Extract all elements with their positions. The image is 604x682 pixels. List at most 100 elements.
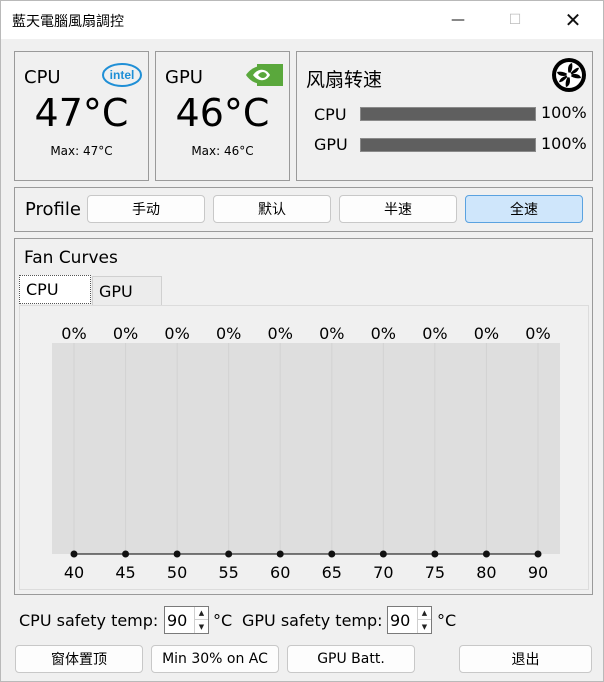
fan-speed-panel: 风扇转速 CPU 100% GPU 100% [296, 51, 593, 181]
fan-curve-point-label: 0% [268, 324, 293, 343]
gpu-batt-button[interactable]: GPU Batt. [287, 645, 415, 673]
fan-curve-point-label: 0% [216, 324, 241, 343]
x-tick-label: 75 [425, 563, 445, 582]
close-button[interactable]: ✕ [550, 1, 596, 39]
x-tick-label: 80 [476, 563, 496, 582]
gpu-safety-temp-stepper[interactable]: 90 ▲ ▼ [387, 606, 432, 634]
cpu-temp-value: 47°C [34, 91, 129, 135]
profile-manual-label: 手动 [132, 202, 160, 218]
gpu-label: GPU [165, 67, 203, 88]
fan-curve-point-label: 0% [319, 324, 344, 343]
profile-half-button[interactable]: 半速 [339, 195, 457, 223]
nvidia-icon [244, 60, 284, 90]
profile-full-button[interactable]: 全速 [465, 195, 583, 223]
gpu-fan-percent: 100% [541, 134, 587, 153]
fan-curve-point-label: 0% [474, 324, 499, 343]
x-tick-label: 90 [528, 563, 548, 582]
close-icon: ✕ [564, 8, 582, 32]
fan-gpu-label: GPU [314, 135, 348, 154]
fan-curves-title: Fan Curves [24, 248, 118, 268]
window-title: 藍天電腦風扇調控 [12, 14, 124, 30]
cpu-temp-card: CPU intel 47°C Max: 47°C [14, 51, 149, 181]
fan-curve-point[interactable] [276, 550, 284, 558]
fan-curve-point-label: 0% [113, 324, 138, 343]
gpu-temp-value: 46°C [175, 91, 270, 135]
cpu-fan-bar [360, 107, 536, 121]
tab-gpu[interactable]: GPU [92, 276, 162, 305]
profile-half-label: 半速 [384, 202, 412, 218]
gpu-safety-up-icon[interactable]: ▲ [418, 607, 431, 620]
cpu-fan-bar-fill [361, 108, 535, 120]
fan-curve-point[interactable] [122, 550, 130, 558]
x-tick-label: 65 [322, 563, 342, 582]
profile-manual-button[interactable]: 手动 [87, 195, 205, 223]
cpu-label: CPU [24, 67, 61, 88]
fan-curve-point[interactable] [534, 550, 542, 558]
x-tick-label: 55 [218, 563, 238, 582]
fan-curve-point[interactable] [328, 550, 336, 558]
pin-window-button[interactable]: 窗体置顶 [15, 645, 143, 673]
minimize-button[interactable]: — [435, 1, 481, 39]
tab-cpu-label: CPU [26, 280, 59, 299]
fan-curve-point[interactable] [225, 550, 233, 558]
x-tick-label: 60 [270, 563, 290, 582]
fan-curve-point[interactable] [173, 550, 181, 558]
gpu-fan-bar-fill [361, 139, 535, 151]
gpu-temp-card: GPU 46°C Max: 46°C [155, 51, 290, 181]
gpu-safety-temp-label: GPU safety temp: [242, 611, 383, 630]
profile-default-button[interactable]: 默认 [213, 195, 331, 223]
fan-curve-point[interactable] [70, 550, 78, 558]
tab-cpu[interactable]: CPU [19, 275, 91, 304]
fan-curve-point-label: 0% [422, 324, 447, 343]
fan-icon [551, 57, 587, 93]
gpu-safety-unit: °C [437, 611, 457, 630]
cpu-safety-down-icon[interactable]: ▼ [195, 620, 208, 633]
fan-speed-title: 风扇转速 [306, 69, 383, 91]
intel-logo-icon: intel [101, 62, 143, 88]
gpu-safety-down-icon[interactable]: ▼ [418, 620, 431, 633]
svg-text:intel: intel [110, 68, 135, 82]
chart-plot-area [52, 343, 560, 554]
fan-curve-chart[interactable]: 0% 40 0% 45 0% 50 0% 55 0% 60 0% 65 0% 70 0% 75 0% 80 0% 90 [19, 305, 589, 590]
app-window: 藍天電腦風扇調控 — ☐ ✕ CPU intel 47°C Max: 47°C … [0, 0, 604, 682]
cpu-safety-temp-label: CPU safety temp: [19, 611, 159, 630]
x-tick-label: 45 [115, 563, 135, 582]
gpu-safety-temp-value[interactable]: 90 [390, 611, 410, 630]
cpu-max-temp: Max: 47°C [50, 144, 113, 158]
x-tick-label: 50 [167, 563, 187, 582]
fan-curve-point-label: 0% [164, 324, 189, 343]
fan-curve-point-label: 0% [525, 324, 550, 343]
maximize-button[interactable]: ☐ [492, 1, 538, 39]
tab-gpu-label: GPU [99, 282, 133, 301]
exit-label: 退出 [511, 652, 540, 668]
profile-label: Profile [25, 199, 81, 220]
min30-on-ac-button[interactable]: Min 30% on AC [151, 645, 279, 673]
x-tick-label: 70 [373, 563, 393, 582]
fan-curve-point-label: 0% [61, 324, 86, 343]
x-tick-label: 40 [64, 563, 84, 582]
fan-cpu-label: CPU [314, 105, 347, 124]
cpu-fan-percent: 100% [541, 103, 587, 122]
cpu-safety-arrows: ▲ ▼ [194, 607, 208, 633]
profile-full-label: 全速 [510, 202, 538, 218]
gpu-batt-label: GPU Batt. [317, 651, 385, 667]
gpu-fan-bar [360, 138, 536, 152]
minimize-icon: — [451, 12, 465, 28]
cpu-safety-temp-value[interactable]: 90 [167, 611, 187, 630]
fan-curve-point-label: 0% [371, 324, 396, 343]
fan-curve-point[interactable] [482, 550, 490, 558]
maximize-icon: ☐ [508, 12, 522, 28]
cpu-safety-up-icon[interactable]: ▲ [195, 607, 208, 620]
fan-curve-point[interactable] [431, 550, 439, 558]
pin-window-label: 窗体置顶 [51, 652, 107, 668]
cpu-safety-temp-stepper[interactable]: 90 ▲ ▼ [164, 606, 209, 634]
cpu-safety-unit: °C [213, 611, 233, 630]
title-bar: 藍天電腦風扇調控 — ☐ ✕ [1, 1, 603, 39]
min30-on-ac-label: Min 30% on AC [162, 651, 268, 667]
profile-default-label: 默认 [258, 202, 286, 218]
exit-button[interactable]: 退出 [459, 645, 592, 673]
gpu-max-temp: Max: 46°C [191, 144, 254, 158]
fan-curve-point[interactable] [379, 550, 387, 558]
profile-panel: Profile 手动 默认 半速 全速 [14, 187, 593, 232]
gpu-safety-arrows: ▲ ▼ [417, 607, 431, 633]
